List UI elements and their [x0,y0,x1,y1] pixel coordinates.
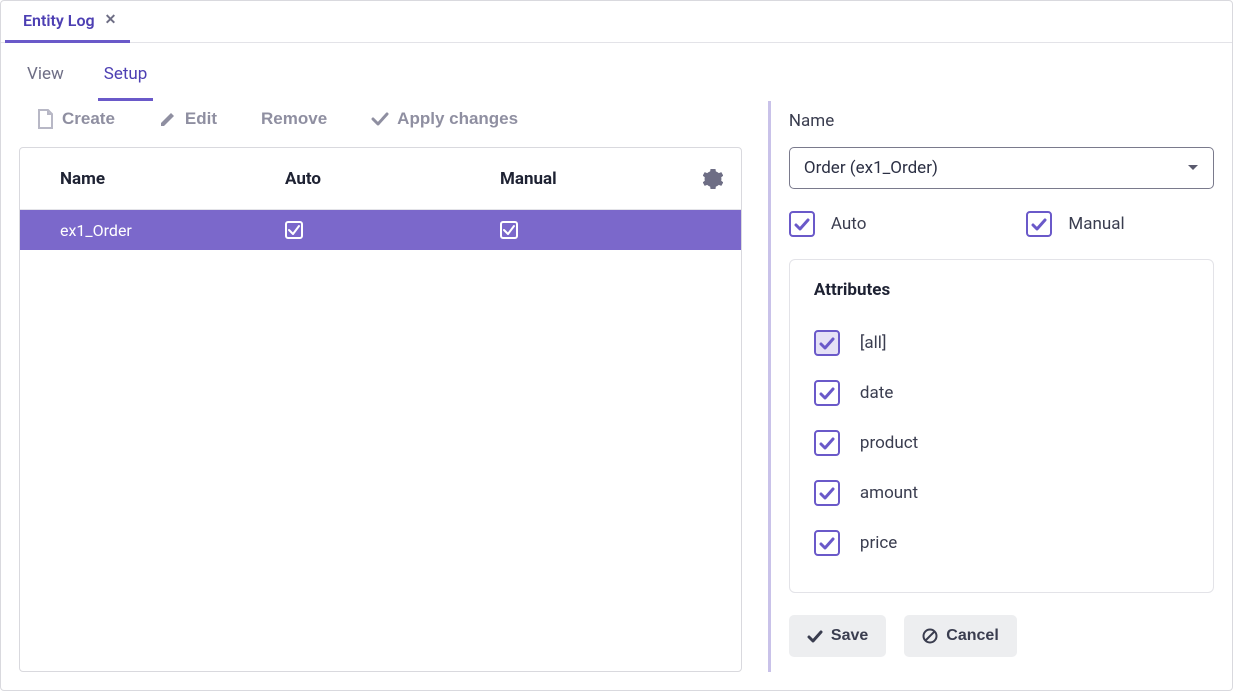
toolbar: Create Edit Remove [19,101,742,147]
top-tabs-row: Entity Log ✕ [1,1,1232,43]
check-icon [371,112,389,126]
attributes-title: Attributes [814,280,1189,300]
remove-label: Remove [261,109,327,129]
attr-label: amount [860,483,918,503]
auto-label: Auto [831,214,866,234]
remove-button[interactable]: Remove [261,109,327,129]
auto-checkbox[interactable]: Auto [789,211,866,237]
cancel-label: Cancel [946,627,998,645]
attr-amount[interactable]: amount [814,468,1189,518]
table-header: Name Auto Manual [20,148,741,210]
ban-icon [922,628,938,644]
th-manual[interactable]: Manual [500,169,703,189]
flags-row: Auto Manual [789,211,1214,237]
save-label: Save [831,627,868,645]
manual-checkbox[interactable]: Manual [1026,211,1124,237]
nav-tabs: View Setup [1,43,1232,101]
create-button[interactable]: Create [37,109,115,129]
attr-date[interactable]: date [814,368,1189,418]
check-icon [807,630,823,643]
checkbox-icon [814,330,840,356]
tab-view[interactable]: View [21,54,70,101]
attributes-panel: Attributes [all] date [789,259,1214,593]
create-label: Create [62,109,115,129]
checkbox-icon [1026,211,1052,237]
document-icon [37,109,54,129]
manual-label: Manual [1068,214,1124,234]
tab-title: Entity Log [23,11,95,30]
th-auto[interactable]: Auto [285,169,500,189]
action-row: Save Cancel [789,615,1214,657]
attr-label: [all] [860,333,887,353]
checkbox-icon [814,430,840,456]
checkbox-icon [814,530,840,556]
edit-button[interactable]: Edit [159,109,217,129]
td-name: ex1_Order [60,221,285,240]
apply-button[interactable]: Apply changes [371,109,518,129]
gear-icon[interactable] [703,169,723,189]
save-button[interactable]: Save [789,615,886,657]
right-pane: Name Order (ex1_Order) Auto [768,101,1214,672]
entity-select-value: Order (ex1_Order) [804,158,938,178]
td-auto-check [285,221,500,239]
apply-label: Apply changes [397,109,518,129]
cancel-button[interactable]: Cancel [904,615,1016,657]
attr-price[interactable]: price [814,518,1189,568]
attr-label: date [860,383,893,403]
name-label: Name [789,111,1214,131]
entity-table: Name Auto Manual ex1_Order [19,147,742,672]
tab-view-label: View [27,64,64,84]
tab-entity-log[interactable]: Entity Log ✕ [5,1,130,43]
checkbox-icon [789,211,815,237]
tab-setup[interactable]: Setup [98,54,154,101]
td-manual-check [500,221,723,239]
chevron-down-icon [1187,164,1199,172]
attr-label: price [860,533,897,553]
tab-setup-label: Setup [104,64,148,84]
attr-product[interactable]: product [814,418,1189,468]
left-pane: Create Edit Remove [19,101,742,672]
app-window: Entity Log ✕ View Setup [0,0,1233,691]
entity-select[interactable]: Order (ex1_Order) [789,147,1214,189]
table-row[interactable]: ex1_Order [20,210,741,250]
close-icon[interactable]: ✕ [105,13,117,27]
content-row: Create Edit Remove [1,101,1232,690]
pencil-icon [159,110,177,128]
checkbox-icon [814,380,840,406]
edit-label: Edit [185,109,217,129]
th-name[interactable]: Name [60,169,285,189]
checkbox-icon [814,480,840,506]
attr-all[interactable]: [all] [814,318,1189,368]
attr-label: product [860,433,918,453]
